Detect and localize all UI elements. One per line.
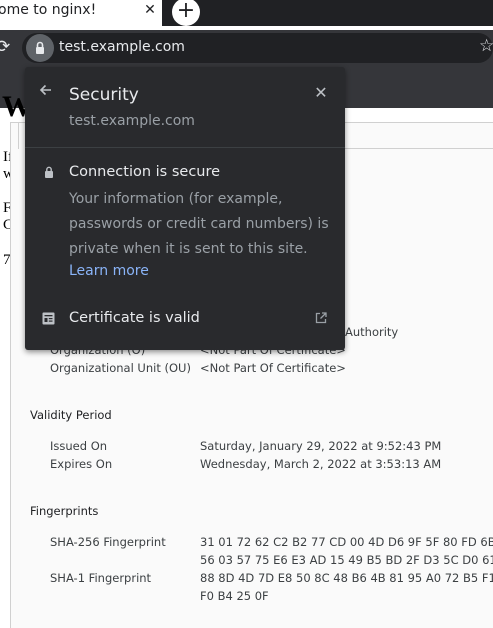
lock-icon: [36, 41, 44, 54]
validity-heading: Validity Period: [30, 408, 112, 422]
popup-domain: test.example.com: [69, 113, 195, 129]
ou-label: Organizational Unit (OU): [50, 361, 191, 375]
lock-icon: [45, 166, 53, 178]
site-info-button[interactable]: [26, 34, 54, 62]
ou-value: <Not Part Of Certificate>: [200, 361, 346, 375]
url-text: test.example.com: [59, 39, 185, 55]
toolbar: ⟳ test.example.com ☆: [0, 30, 493, 66]
security-popup: Security ✕ test.example.com Connection i…: [25, 67, 345, 350]
tab-active[interactable]: ome to nginx! ✕: [0, 0, 162, 22]
popup-title: Security: [69, 85, 139, 105]
close-icon[interactable]: ✕: [311, 83, 331, 103]
sha1-value-line1: 88 8D 4D 7D E8 50 8C 48 B6 4B 81 95 A0 7…: [200, 571, 493, 585]
connection-info: Your information (for example, passwords…: [69, 191, 329, 257]
expires-label: Expires On: [50, 457, 113, 471]
sha256-value-line2: 56 03 57 75 E6 E3 AD 15 49 B5 BD 2F D3 5…: [200, 553, 493, 567]
learn-more-link[interactable]: Learn more: [69, 263, 149, 279]
fingerprints-heading: Fingerprints: [30, 504, 99, 518]
issued-label: Issued On: [50, 439, 108, 453]
sha1-value-line2: F0 B4 25 0F: [200, 589, 269, 603]
sha1-label: SHA-1 Fingerprint: [50, 571, 152, 585]
certificate-icon: [42, 312, 55, 325]
arrow-back-icon[interactable]: [39, 83, 57, 101]
arrow-back-icon-glyph: [39, 84, 51, 96]
issued-value: Saturday, January 29, 2022 at 9:52:43 PM: [200, 439, 442, 453]
tab-strip-shadow: [162, 22, 493, 26]
popup-divider: [25, 147, 345, 148]
connection-status: Connection is secure: [69, 164, 221, 180]
sha256-label: SHA-256 Fingerprint: [50, 535, 166, 549]
issuer-fragment: Authority: [345, 325, 399, 339]
open-in-new-icon[interactable]: [314, 311, 328, 325]
tab-title: ome to nginx!: [0, 2, 97, 18]
close-icon[interactable]: ✕: [141, 1, 159, 19]
reload-icon[interactable]: ⟳: [0, 36, 16, 58]
expires-value: Wednesday, March 2, 2022 at 3:53:13 AM: [200, 457, 442, 471]
sha256-value-line1: 31 01 72 62 C2 B2 77 CD 00 4D D6 9F 5F 8…: [200, 535, 493, 549]
browser-window: ome to nginx! ✕ + ⟳ test.example.com ☆ W…: [0, 0, 493, 628]
certificate-valid-button[interactable]: Certificate is valid: [69, 310, 200, 326]
tab-strip: ome to nginx! ✕ +: [0, 0, 493, 30]
star-icon[interactable]: ☆: [479, 36, 493, 56]
